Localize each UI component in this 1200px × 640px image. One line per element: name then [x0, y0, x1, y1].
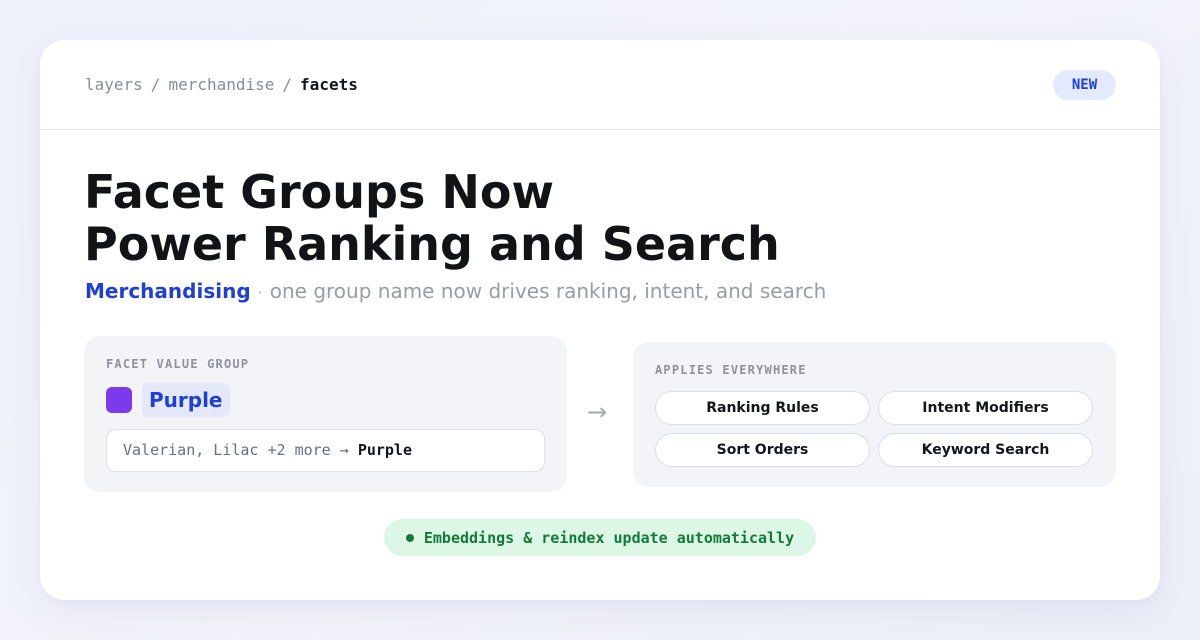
new-badge: NEW — [1053, 70, 1116, 100]
breadcrumb-separator: / — [282, 75, 293, 94]
status-dot-icon — [405, 533, 414, 542]
breadcrumb: layers / merchandise / facets — [85, 75, 358, 94]
pill-ranking-rules: Ranking Rules — [655, 391, 870, 425]
applies-label: APPLIES EVERYWHERE — [655, 363, 807, 377]
applies-everywhere-panel: APPLIES EVERYWHERE Ranking Rules Intent … — [633, 342, 1116, 487]
flow-arrow-icon: → — [587, 398, 608, 426]
subtitle-description: one group name now drives ranking, inten… — [269, 279, 827, 303]
breadcrumb-separator: / — [150, 75, 161, 94]
color-swatch — [106, 387, 132, 413]
separator-dot: · — [257, 283, 263, 302]
pill-sort-orders: Sort Orders — [655, 433, 870, 467]
status-text: Embeddings & reindex update automaticall… — [423, 528, 795, 547]
mapping-target: Purple — [357, 441, 412, 459]
status-banner: Embeddings & reindex update automaticall… — [384, 519, 816, 556]
announcement-card: layers / merchandise / facets NEW Facet Grou… — [40, 40, 1160, 600]
mapping-arrow-icon: → — [339, 441, 349, 459]
breadcrumb-item-layers[interactable]: layers — [85, 75, 143, 94]
mapping-sources: Valerian, Lilac +2 more — [123, 441, 331, 459]
card-header: layers / merchandise / facets NEW — [40, 40, 1160, 130]
facet-mapping: Valerian, Lilac +2 more → Purple — [106, 429, 545, 472]
page-title: Facet Groups Now Power Ranking and Searc… — [84, 166, 780, 270]
facet-group-label: FACET VALUE GROUP — [106, 357, 250, 371]
title-line-2: Power Ranking and Search — [84, 217, 780, 271]
facet-group-name: Purple — [142, 383, 230, 417]
title-line-1: Facet Groups Now — [84, 165, 554, 219]
category-label: Merchandising — [85, 279, 251, 303]
breadcrumb-item-merchandise[interactable]: merchandise — [168, 75, 274, 94]
facet-group-panel: FACET VALUE GROUP Purple Valerian, Lilac… — [84, 336, 567, 492]
breadcrumb-item-facets: facets — [300, 75, 358, 94]
pill-keyword-search: Keyword Search — [878, 433, 1093, 467]
pill-intent-modifiers: Intent Modifiers — [878, 391, 1093, 425]
subtitle: Merchandising · one group name now drives … — [85, 279, 826, 303]
